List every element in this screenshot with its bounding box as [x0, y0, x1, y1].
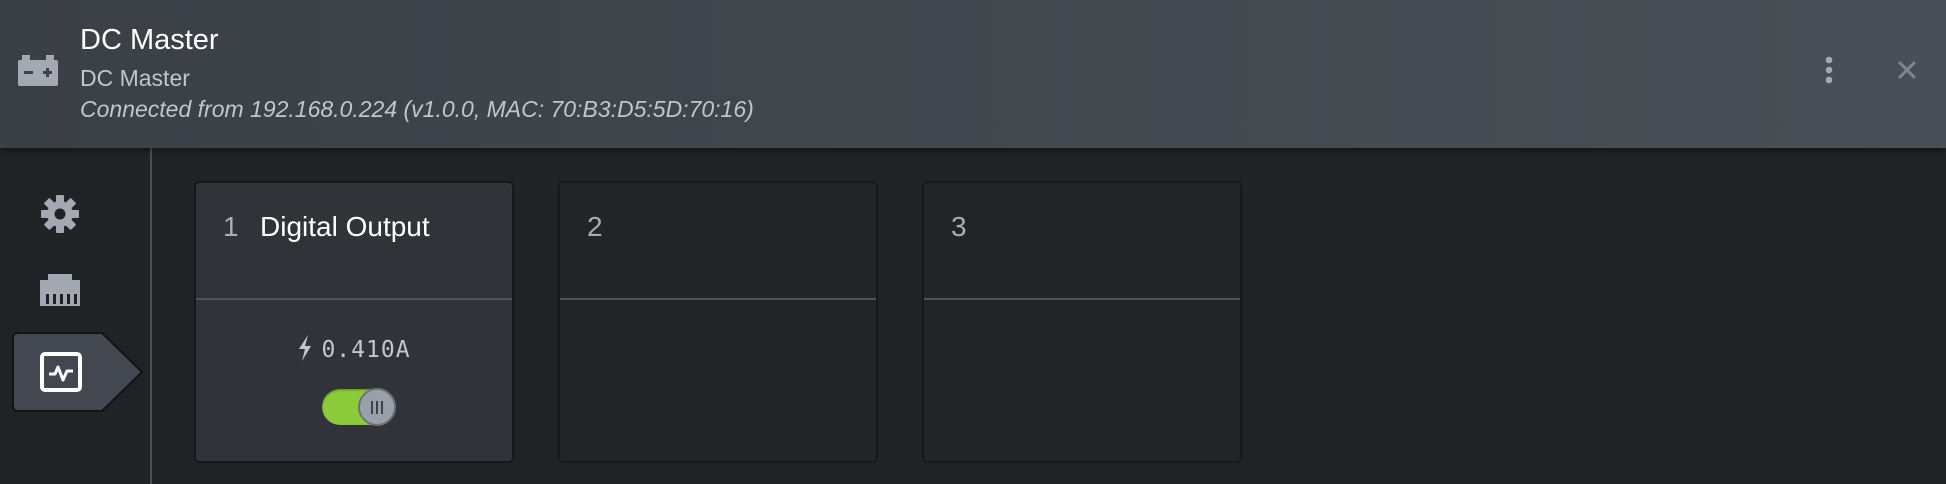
current-value: 0.410A: [321, 337, 411, 363]
app-header: DC Master DC Master Connected from 192.1…: [0, 0, 1946, 148]
channel-number: 3: [951, 211, 967, 242]
card-divider: [196, 298, 512, 300]
output-toggle[interactable]: [322, 388, 396, 426]
current-reading: 0.410A: [196, 335, 512, 363]
card-divider: [560, 298, 876, 300]
device-subtitle: DC Master: [80, 65, 190, 91]
card-header: 2: [560, 183, 876, 298]
channel-card-2[interactable]: 2: [558, 181, 878, 463]
channel-card-1[interactable]: 1 Digital Output 0.410A: [194, 181, 514, 463]
lightning-bolt-icon: [299, 335, 312, 361]
monitor-chart-icon: [40, 352, 82, 392]
gear-icon[interactable]: [38, 192, 82, 236]
channel-card-3[interactable]: 3: [922, 181, 1242, 463]
device-title: DC Master: [80, 24, 219, 56]
card-header: 3: [924, 183, 1240, 298]
channel-grid: 1 Digital Output 0.410A 2 3: [152, 148, 1946, 484]
battery-icon: [18, 55, 58, 86]
card-divider: [924, 298, 1240, 300]
toggle-knob[interactable]: [358, 388, 396, 426]
channel-number: 2: [587, 211, 603, 242]
sidebar-item-monitor[interactable]: [12, 332, 144, 412]
more-vert-icon[interactable]: [1814, 52, 1844, 88]
connection-info: Connected from 192.168.0.224 (v1.0.0, MA…: [80, 96, 754, 122]
close-icon[interactable]: [1890, 52, 1924, 88]
sidebar: [0, 148, 152, 484]
channel-number: 1: [223, 211, 239, 242]
card-header: 1 Digital Output: [196, 183, 512, 298]
channel-name: Digital Output: [260, 211, 430, 242]
ethernet-icon[interactable]: [36, 270, 84, 310]
